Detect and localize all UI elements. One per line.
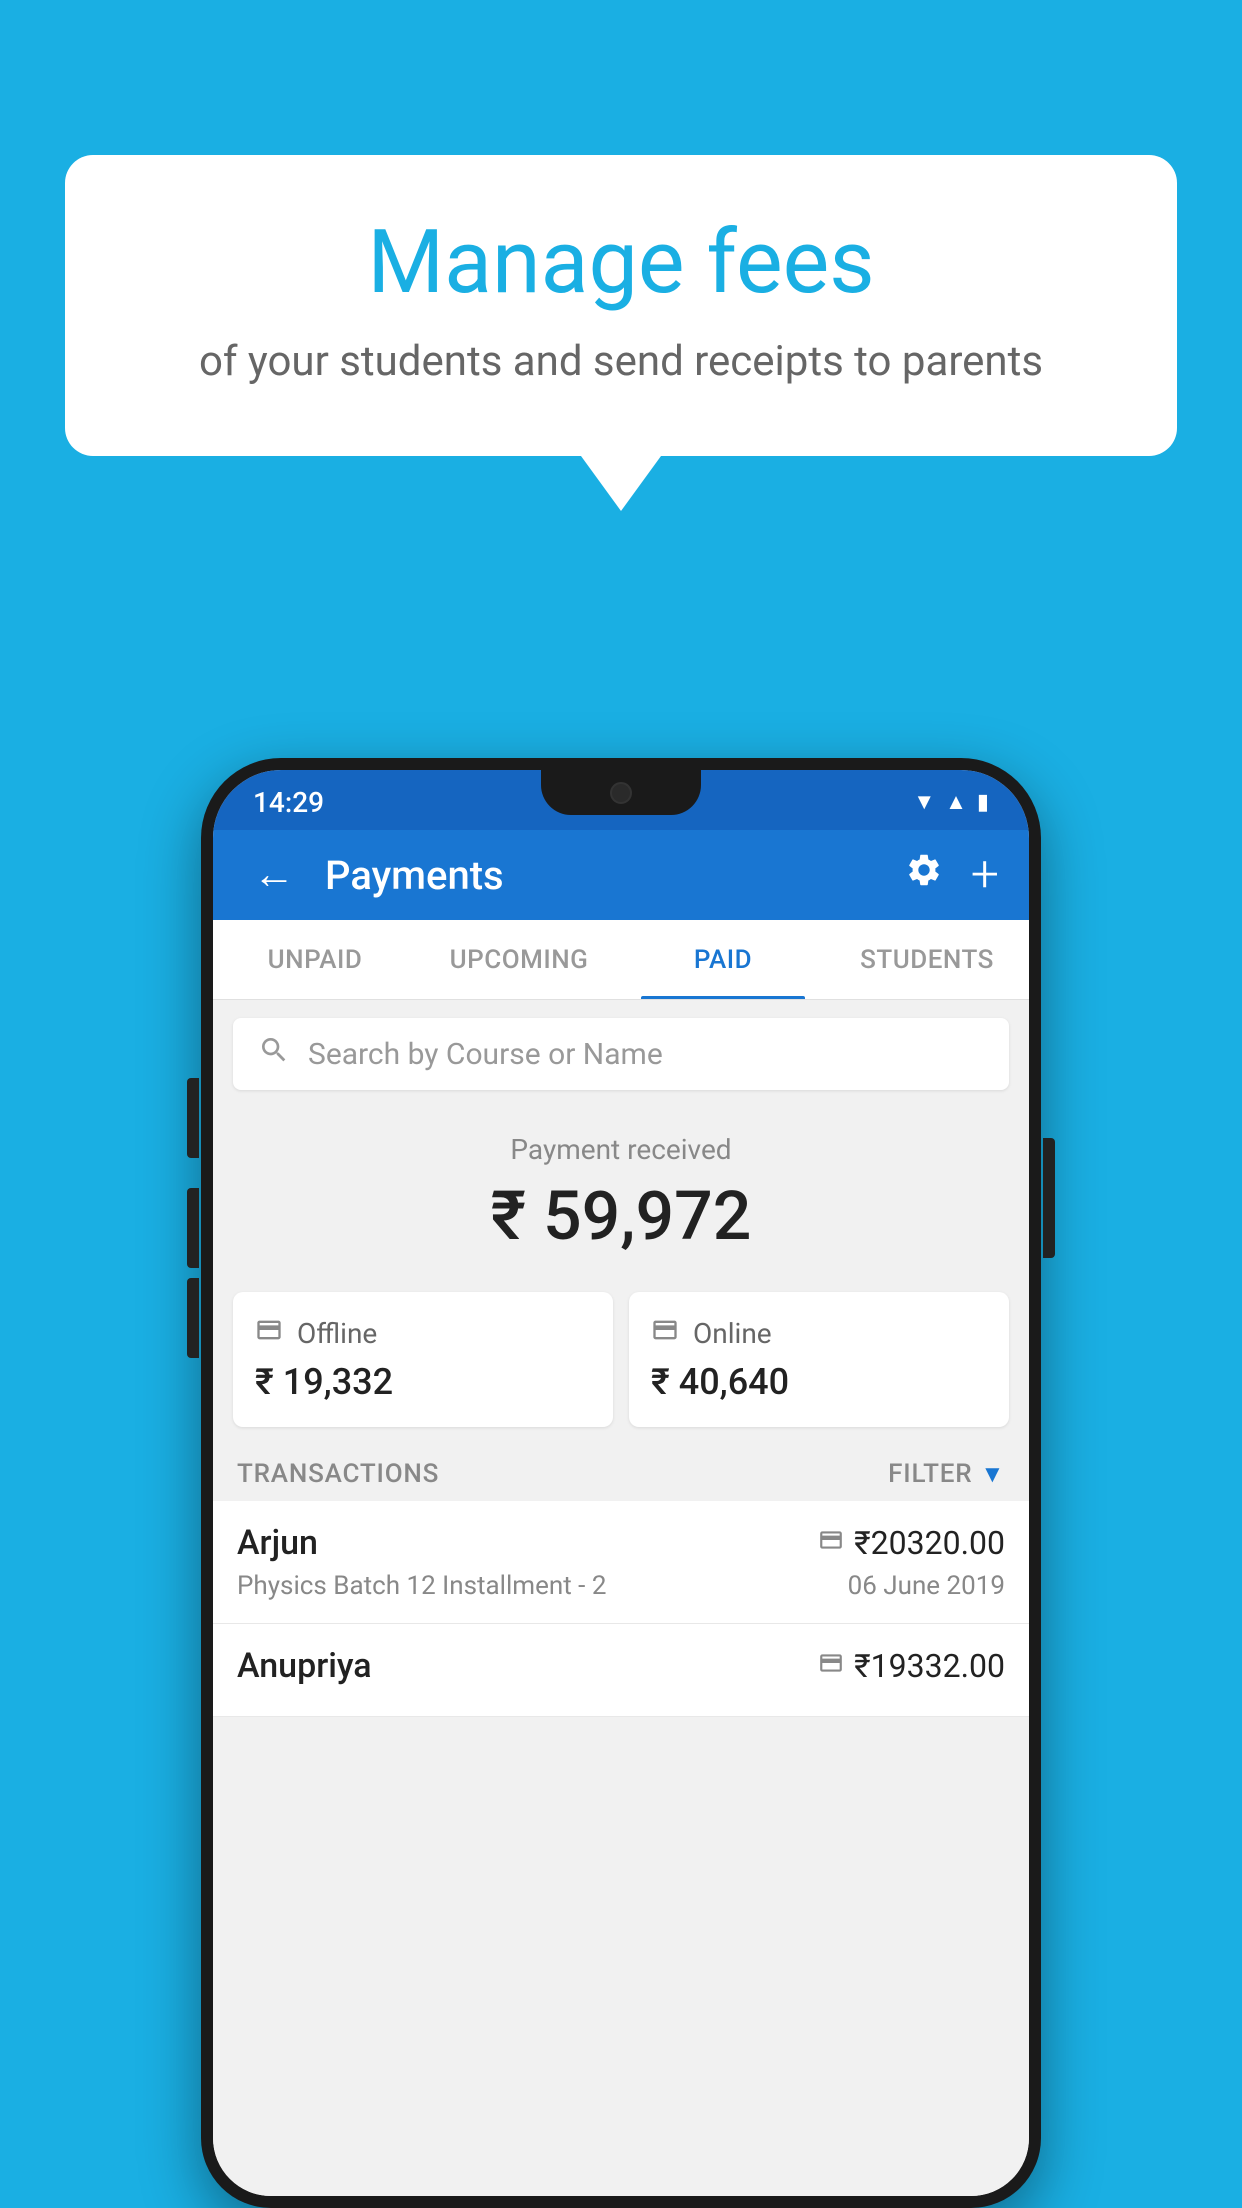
transaction-amount: ₹20320.00 (854, 1524, 1005, 1562)
transaction-list: Arjun ₹20320.00 Physi (213, 1501, 1029, 1717)
transaction-amount-wrap: ₹19332.00 (818, 1647, 1005, 1685)
tab-paid[interactable]: PAID (621, 920, 825, 999)
phone-screen: 14:29 ▼ ▲ ▮ ← Payments + (213, 770, 1029, 2196)
payment-amount: ₹ 59,972 (213, 1176, 1029, 1256)
transactions-label: TRANSACTIONS (237, 1459, 439, 1489)
phone-outer: 14:29 ▼ ▲ ▮ ← Payments + (201, 758, 1041, 2208)
payment-received-section: Payment received ₹ 59,972 (213, 1108, 1029, 1276)
transaction-date: 06 June 2019 (848, 1571, 1005, 1601)
search-bar[interactable]: Search by Course or Name (233, 1018, 1009, 1090)
add-button[interactable]: + (971, 846, 999, 904)
transaction-course: Physics Batch 12 Installment - 2 (237, 1571, 606, 1601)
battery-icon: ▮ (977, 790, 989, 815)
offline-payment-icon (818, 1650, 844, 1683)
online-icon (651, 1316, 679, 1351)
content-area: Search by Course or Name Payment receive… (213, 1000, 1029, 2196)
filter-button[interactable]: FILTER ▼ (888, 1459, 1005, 1489)
transaction-row-top: Anupriya ₹19332.00 (237, 1646, 1005, 1686)
offline-card: Offline ₹ 19,332 (233, 1292, 613, 1427)
settings-button[interactable] (905, 851, 943, 899)
speech-bubble: Manage fees of your students and send re… (65, 155, 1177, 456)
transaction-row-bottom: Physics Batch 12 Installment - 2 06 June… (237, 1571, 1005, 1601)
signal-icon: ▲ (945, 789, 967, 815)
manage-fees-title: Manage fees (145, 215, 1097, 312)
app-title: Payments (325, 852, 905, 899)
wifi-icon: ▼ (913, 789, 935, 815)
app-bar: ← Payments + (213, 830, 1029, 920)
app-bar-actions: + (905, 846, 999, 904)
speech-bubble-container: Manage fees of your students and send re… (65, 155, 1177, 511)
manage-fees-subtitle: of your students and send receipts to pa… (145, 337, 1097, 386)
offline-icon (255, 1316, 283, 1351)
status-icons: ▼ ▲ ▮ (913, 789, 989, 815)
transaction-name: Arjun (237, 1523, 318, 1563)
online-payment-icon (818, 1527, 844, 1560)
tab-unpaid[interactable]: UNPAID (213, 920, 417, 999)
transaction-row-top: Arjun ₹20320.00 (237, 1523, 1005, 1563)
front-camera (610, 782, 632, 804)
transaction-amount-wrap: ₹20320.00 (818, 1524, 1005, 1562)
phone-notch (541, 770, 701, 815)
online-card-header: Online (651, 1316, 987, 1351)
tab-students[interactable]: STUDENTS (825, 920, 1029, 999)
transaction-name: Anupriya (237, 1646, 372, 1686)
payment-cards: Offline ₹ 19,332 Online (233, 1292, 1009, 1427)
transactions-header: TRANSACTIONS FILTER ▼ (213, 1443, 1029, 1501)
search-icon (258, 1034, 290, 1074)
offline-amount: ₹ 19,332 (255, 1361, 591, 1403)
online-card: Online ₹ 40,640 (629, 1292, 1009, 1427)
phone-container: 14:29 ▼ ▲ ▮ ← Payments + (201, 758, 1041, 2208)
status-time: 14:29 (253, 786, 324, 819)
offline-card-header: Offline (255, 1316, 591, 1351)
tab-bar: UNPAID UPCOMING PAID STUDENTS (213, 920, 1029, 1000)
tab-upcoming[interactable]: UPCOMING (417, 920, 621, 999)
table-row[interactable]: Anupriya ₹19332.00 (213, 1624, 1029, 1717)
table-row[interactable]: Arjun ₹20320.00 Physi (213, 1501, 1029, 1624)
speech-bubble-tail (581, 456, 661, 511)
search-placeholder: Search by Course or Name (308, 1037, 663, 1072)
payment-received-label: Payment received (213, 1133, 1029, 1166)
filter-icon: ▼ (980, 1460, 1005, 1489)
back-button[interactable]: ← (243, 844, 305, 906)
online-amount: ₹ 40,640 (651, 1361, 987, 1403)
transaction-amount: ₹19332.00 (854, 1647, 1005, 1685)
